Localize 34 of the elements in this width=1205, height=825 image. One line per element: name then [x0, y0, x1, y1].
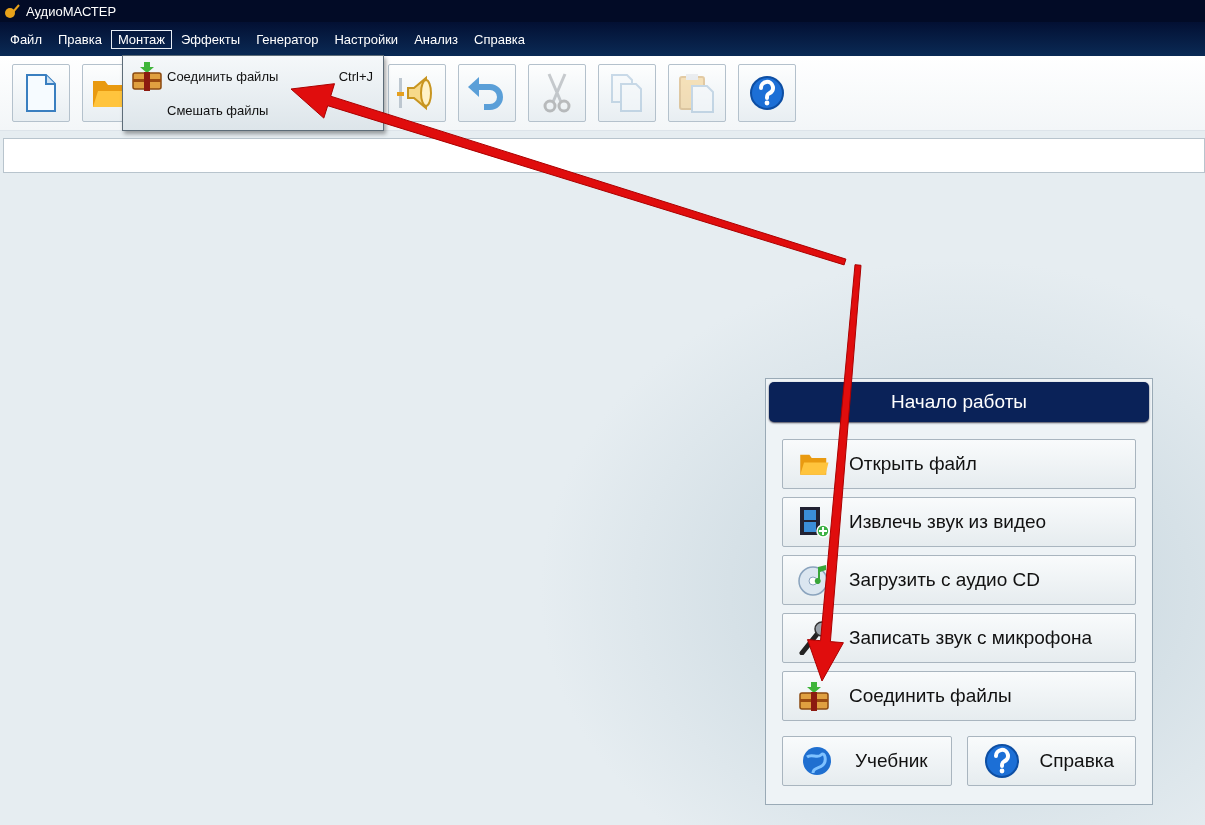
- toolbar-button[interactable]: [738, 64, 796, 122]
- new-document-icon: [24, 73, 58, 113]
- help-icon: [983, 743, 1020, 779]
- window-title: АудиоМАСТЕР: [26, 3, 117, 19]
- start-action-button[interactable]: Записать звук с микрофона: [782, 613, 1136, 663]
- menu-item[interactable]: Файл: [3, 29, 49, 49]
- toolbar-button[interactable]: [388, 64, 446, 122]
- menu-item[interactable]: Анализ: [407, 29, 466, 49]
- footer-button[interactable]: Справка: [966, 736, 1136, 786]
- app-logo-icon: [4, 3, 20, 19]
- start-action-button[interactable]: Извлечь звук из видео: [782, 497, 1136, 547]
- menu-item[interactable]: Правка: [50, 29, 109, 49]
- copy-icon: [609, 73, 645, 113]
- menu-item[interactable]: Монтаж: [110, 29, 172, 49]
- menu-item[interactable]: Эффекты: [174, 29, 248, 49]
- menu-item[interactable]: Настройки: [327, 29, 406, 49]
- menu-item[interactable]: Справка: [467, 29, 533, 49]
- film-strip-icon: [798, 506, 830, 538]
- menu-item[interactable]: Генератор: [249, 29, 326, 49]
- text-field[interactable]: [3, 138, 1205, 173]
- start-action-button[interactable]: Загрузить с аудио CD: [782, 555, 1136, 605]
- footer-button[interactable]: Учебник: [782, 736, 952, 786]
- archive-box-icon: [131, 61, 163, 91]
- archive-box-icon: [798, 681, 830, 711]
- start-action-button[interactable]: Открыть файл: [782, 439, 1136, 489]
- help-icon: [749, 75, 785, 111]
- toolbar-button[interactable]: [12, 64, 70, 122]
- start-action-button[interactable]: Соединить файлы: [782, 671, 1136, 721]
- menu-entry[interactable]: Соединить файлы Ctrl+J: [123, 59, 383, 93]
- panel-header: Начало работы: [769, 382, 1149, 422]
- shortcut-label: Ctrl+J: [338, 68, 373, 84]
- globe-icon: [801, 745, 833, 777]
- menu-entry[interactable]: Смешать файлы: [123, 93, 383, 127]
- clipboard-icon: [678, 72, 716, 114]
